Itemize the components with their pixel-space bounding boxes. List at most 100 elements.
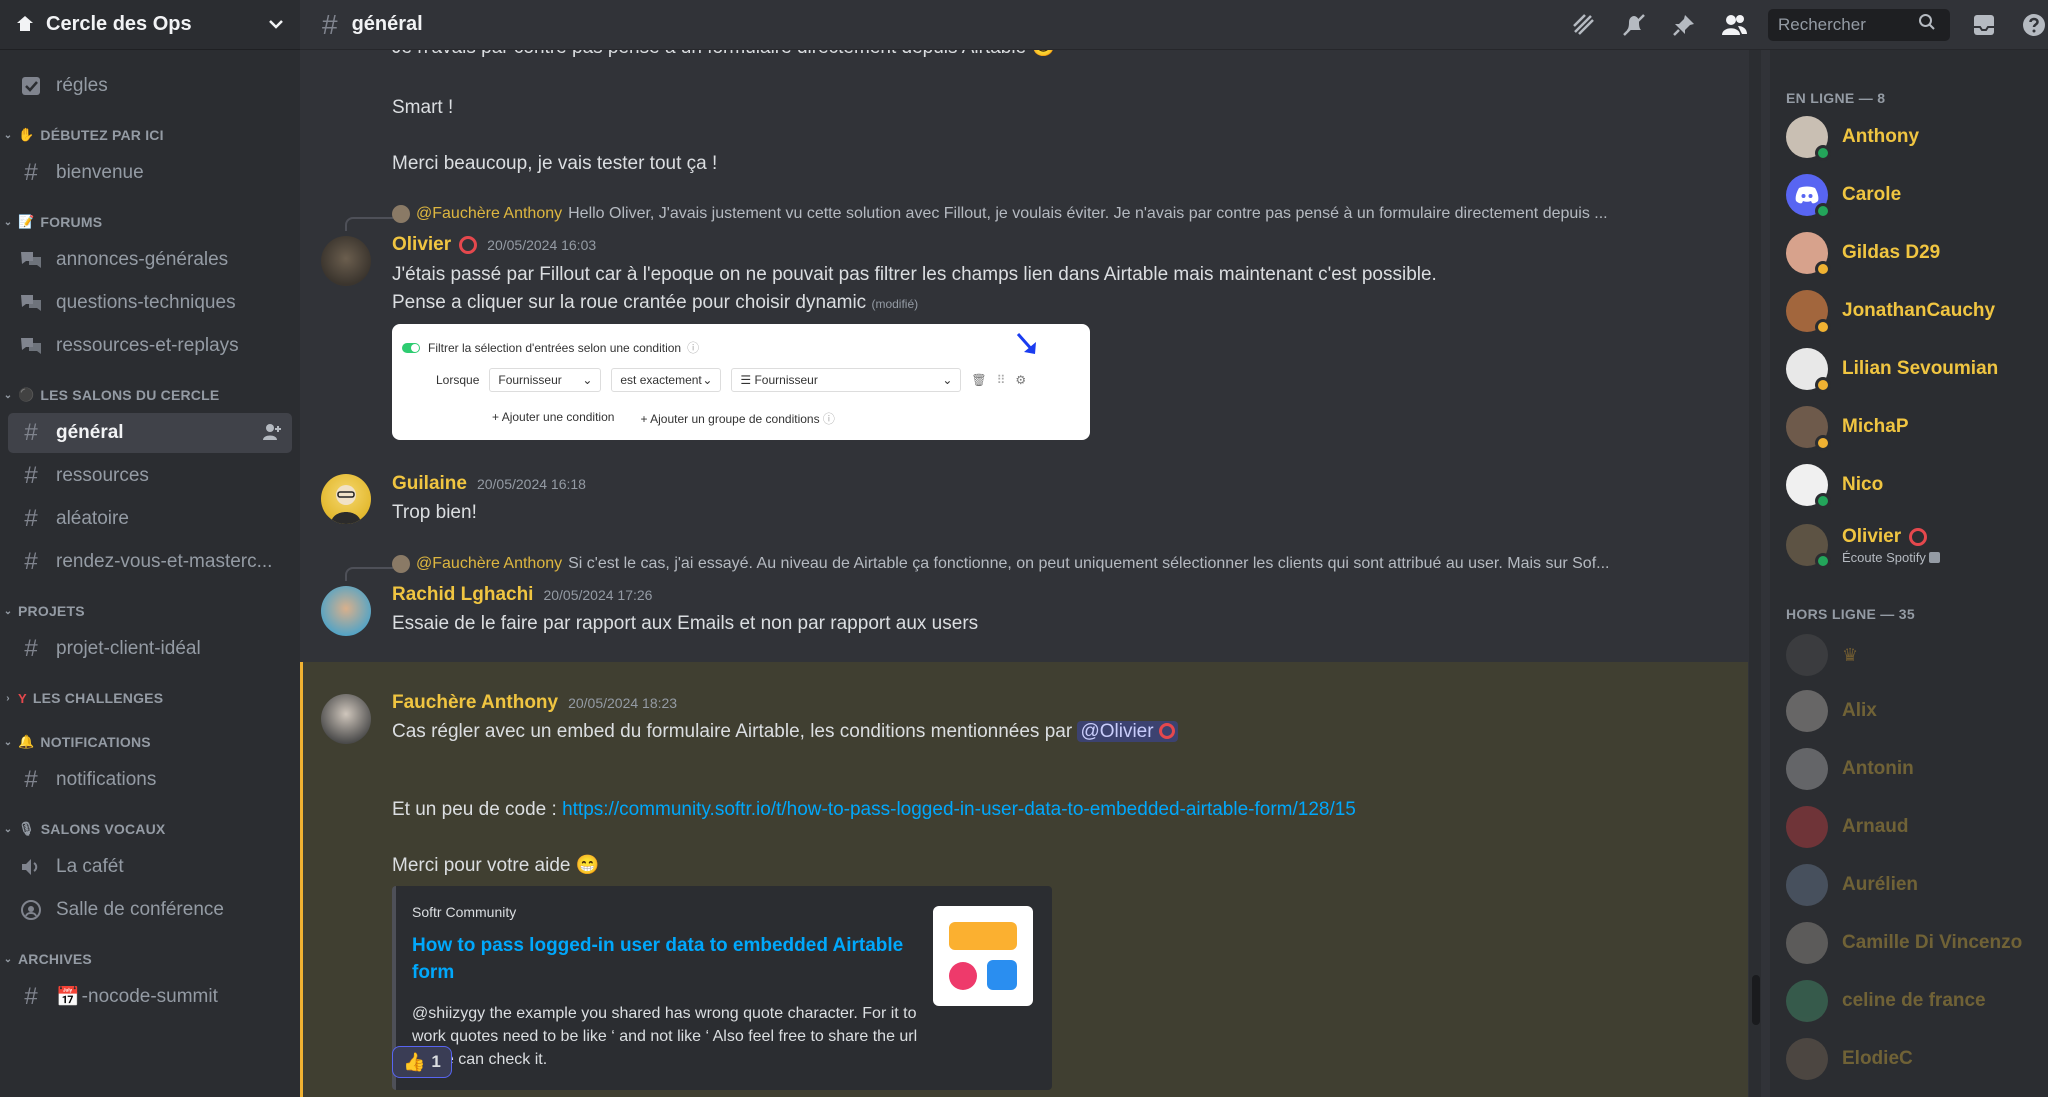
member-olivier[interactable]: Olivier Écoute Spotify — [1786, 520, 1941, 570]
member-carole[interactable]: Carole — [1786, 170, 1901, 220]
search-box[interactable] — [1768, 8, 1950, 41]
member-anthony[interactable]: Anthony — [1786, 112, 1919, 162]
username[interactable]: Guilaine — [392, 473, 467, 495]
member-lilian[interactable]: Lilian Sevoumian — [1786, 344, 1998, 394]
avatar — [1786, 348, 1831, 393]
member-michap[interactable]: MichaP — [1786, 402, 1909, 452]
community-link[interactable]: https://community.softr.io/t/how-to-pass… — [562, 799, 1356, 820]
member-list-icon[interactable] — [1720, 11, 1748, 39]
online-status-icon — [1815, 553, 1831, 569]
channel-resources[interactable]: # ressources — [8, 456, 292, 496]
category-start[interactable]: ⌄ ✋ DÉBUTEZ PAR ICI — [0, 120, 300, 150]
avatar[interactable] — [321, 694, 371, 744]
reply-preview[interactable]: @Fauchère Anthony Hello Oliver, J'avais … — [392, 205, 1692, 223]
reaction-thumbs-up[interactable]: 👍 1 — [392, 1046, 452, 1078]
member-celine[interactable]: celine de france — [1786, 976, 1986, 1026]
member-antonin[interactable]: Antonin — [1786, 744, 1914, 794]
hash-icon: # — [24, 983, 38, 1010]
forum-technical-questions[interactable]: questions-techniques — [8, 283, 292, 323]
category-circle[interactable]: ⌄ ⚫ LES SALONS DU CERCLE — [0, 380, 300, 410]
username[interactable]: Fauchère Anthony — [392, 692, 558, 714]
category-voice[interactable]: ⌄ 🎙 SALONS VOCAUX — [0, 814, 300, 844]
search-input[interactable] — [1778, 14, 1918, 35]
user-mention[interactable]: @Olivier — [1077, 721, 1178, 742]
member-camille[interactable]: Camille Di Vincenzo — [1786, 918, 2022, 968]
category-forums[interactable]: ⌄ 📝 FORUMS — [0, 207, 300, 237]
thumbs-up-emoji-icon: 👍 — [403, 1051, 426, 1072]
activity-status: Écoute Spotify — [1842, 550, 1941, 565]
member-list: EN LIGNE — 8 Anthony Carole Gildas D29 J… — [1770, 50, 2048, 1097]
avatar[interactable] — [321, 474, 371, 524]
reply-connector — [345, 567, 393, 581]
reply-preview[interactable]: @Fauchère Anthony Si c'est le cas, j'ai … — [392, 555, 1692, 573]
category-projects[interactable]: ⌄ PROJETS — [0, 596, 300, 626]
chevron-down-icon: ⌄ — [3, 129, 13, 141]
channel-general[interactable]: # général — [8, 413, 292, 453]
pin-icon[interactable] — [1670, 11, 1698, 39]
member-nico[interactable]: Nico — [1786, 460, 1883, 510]
toggle-switch-icon — [402, 342, 420, 353]
help-icon[interactable] — [2020, 11, 2048, 39]
member-aurelien[interactable]: Aurélien — [1786, 860, 1918, 910]
channel-nocode-summit[interactable]: # 📅 -nocode-summit — [8, 977, 292, 1017]
black-circle-emoji-icon: ⚫ — [18, 387, 35, 402]
avatar — [392, 205, 410, 223]
discord-logo-icon — [1795, 186, 1819, 204]
operator-select[interactable]: est exactement ⌄ — [611, 368, 722, 392]
add-condition-button[interactable]: + Ajouter une condition — [492, 410, 614, 427]
member-arnaud[interactable]: Arnaud — [1786, 802, 1909, 852]
embed-title[interactable]: How to pass logged-in user data to embed… — [412, 932, 912, 986]
channel-meetings[interactable]: # rendez-vous-et-masterc... — [8, 542, 292, 582]
arrow-annotation-icon — [1016, 333, 1036, 354]
hash-icon: # — [24, 548, 38, 575]
message-list[interactable]: Je n'avais par contre pas pensé à un for… — [300, 50, 1748, 1097]
crown-icon: ♛ — [1842, 644, 1859, 665]
inbox-icon[interactable] — [1970, 11, 1998, 39]
channel-random[interactable]: # aléatoire — [8, 499, 292, 539]
channel-sidebar: Cercle des Ops régles ⌄ ✋ DÉBUTEZ PAR ICI … — [0, 0, 300, 1097]
avatar[interactable] — [321, 236, 371, 286]
forum-announcements[interactable]: annonces-générales — [8, 240, 292, 280]
target-emoji-icon: Y — [18, 690, 27, 706]
chevron-down-icon: ⌄ — [3, 953, 13, 965]
filter-toggle-row: Filtrer la sélection d'entrées selon une… — [402, 339, 699, 356]
avatar[interactable] — [321, 586, 371, 636]
add-group-button[interactable]: + Ajouter un groupe de conditions ⓘ — [640, 410, 835, 427]
embed-description: @shiizygy the example you shared has wro… — [412, 1005, 918, 1068]
category-archives[interactable]: ⌄ ARCHIVES — [0, 944, 300, 974]
member-offline-unknown[interactable]: ♛ — [1786, 630, 1858, 680]
avatar — [1786, 1038, 1828, 1080]
forum-resources-replays[interactable]: ressources-et-replays — [8, 326, 292, 366]
category-notifications[interactable]: ⌄ 🔔 NOTIFICATIONS — [0, 727, 300, 757]
stage-channel-conference[interactable]: Salle de conférence — [8, 890, 292, 930]
mute-bell-icon[interactable] — [1620, 11, 1648, 39]
server-header[interactable]: Cercle des Ops — [0, 0, 300, 50]
category-challenges[interactable]: › Y LES CHALLENGES — [0, 683, 300, 713]
username[interactable]: Rachid Lghachi — [392, 584, 533, 606]
channel-rules[interactable]: régles — [8, 66, 292, 106]
field-select[interactable]: Fournisseur ⌄ — [489, 368, 602, 392]
channel-notifications[interactable]: # notifications — [8, 760, 292, 800]
link-embed-card[interactable]: Softr Community How to pass logged-in us… — [392, 886, 1052, 1090]
voice-channel-cafe[interactable]: La cafét — [8, 847, 292, 887]
value-select[interactable]: ☰ Fournisseur ⌄ — [731, 368, 962, 392]
microphone-emoji-icon: 🎙 — [18, 821, 35, 836]
offline-section-label: HORS LIGNE — 35 — [1786, 606, 1915, 622]
chevron-down-icon[interactable] — [268, 16, 284, 34]
member-alix[interactable]: Alix — [1786, 686, 1877, 736]
chat-scrollbar-track[interactable] — [1749, 50, 1761, 1097]
channel-ideal-client-project[interactable]: # projet-client-idéal — [8, 629, 292, 669]
member-elodie[interactable]: ElodieC — [1786, 1034, 1913, 1084]
server-home-icon — [14, 14, 36, 36]
channel-welcome[interactable]: # bienvenue — [8, 153, 292, 193]
avatar — [1786, 634, 1828, 676]
username[interactable]: Olivier — [392, 234, 451, 256]
avatar — [1786, 116, 1831, 161]
chat-scrollbar-thumb[interactable] — [1752, 975, 1760, 1025]
member-gildas[interactable]: Gildas D29 — [1786, 228, 1940, 278]
member-jonathan[interactable]: JonathanCauchy — [1786, 286, 1995, 336]
image-attachment[interactable]: Filtrer la sélection d'entrées selon une… — [392, 324, 1090, 440]
threads-icon[interactable] — [1570, 11, 1598, 39]
add-member-icon[interactable] — [262, 422, 282, 447]
message-text: Essaie de le faire par rapport aux Email… — [392, 613, 979, 634]
